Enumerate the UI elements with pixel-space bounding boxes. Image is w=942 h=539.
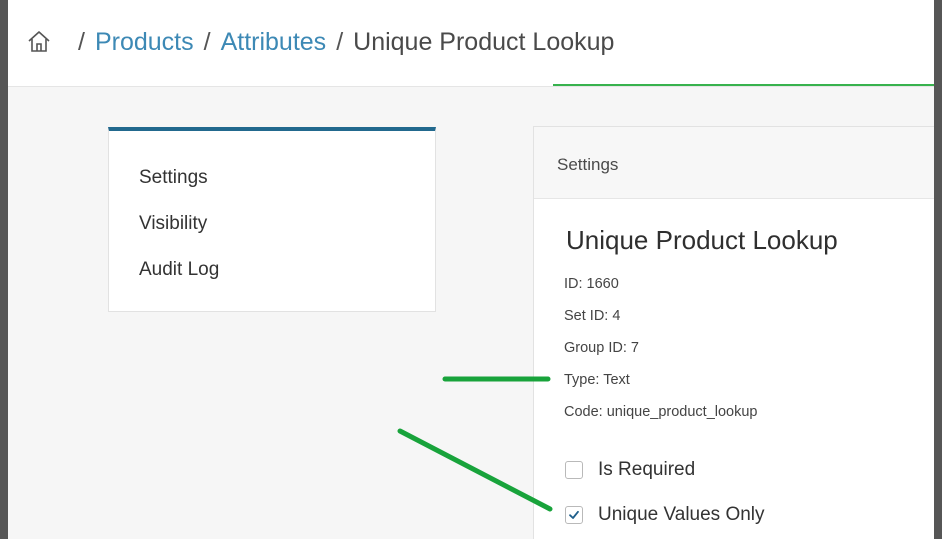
attribute-group-id: Group ID: 7 [564, 340, 639, 356]
breadcrumb-separator: / [336, 27, 344, 56]
app-frame: / Products / Attributes / Unique Product… [8, 0, 934, 539]
sidebar-nav: Settings Visibility Audit Log [139, 165, 219, 303]
breadcrumb-separator: / [203, 27, 211, 56]
is-required-option[interactable]: Is Required [565, 459, 695, 481]
settings-card: Settings Unique Product Lookup ID: 1660 … [533, 126, 934, 539]
breadcrumb: / Products / Attributes / Unique Product… [26, 24, 614, 60]
attribute-id: ID: 1660 [564, 276, 619, 292]
breadcrumb-link-products[interactable]: Products [95, 28, 194, 57]
attribute-type: Type: Text [564, 372, 630, 388]
attribute-meta: ID: 1660 Set ID: 4 Group ID: 7 Type: Tex… [564, 274, 757, 434]
is-required-label: Is Required [598, 459, 696, 480]
active-tab-indicator [553, 84, 934, 86]
breadcrumb-link-attributes[interactable]: Attributes [221, 28, 327, 57]
checkmark-icon [569, 510, 579, 519]
sidebar-item-settings[interactable]: Settings [139, 165, 219, 211]
attribute-title: Unique Product Lookup [566, 225, 838, 255]
attribute-code: Code: unique_product_lookup [564, 404, 758, 420]
unique-values-only-checkbox[interactable] [565, 506, 583, 524]
sidebar-card: Settings Visibility Audit Log [108, 127, 436, 312]
top-bar: / Products / Attributes / Unique Product… [8, 0, 934, 87]
attribute-set-id: Set ID: 4 [564, 308, 621, 324]
card-header: Settings [534, 127, 934, 199]
home-icon[interactable] [26, 29, 52, 55]
unique-values-only-label: Unique Values Only [598, 504, 765, 525]
annotation-line-unique-values [397, 428, 553, 512]
is-required-checkbox[interactable] [565, 461, 583, 479]
breadcrumb-separator: / [78, 27, 85, 56]
sidebar-item-audit-log[interactable]: Audit Log [139, 257, 219, 303]
sidebar-item-visibility[interactable]: Visibility [139, 211, 219, 257]
breadcrumb-current: Unique Product Lookup [353, 27, 615, 56]
unique-values-only-option[interactable]: Unique Values Only [565, 504, 765, 526]
